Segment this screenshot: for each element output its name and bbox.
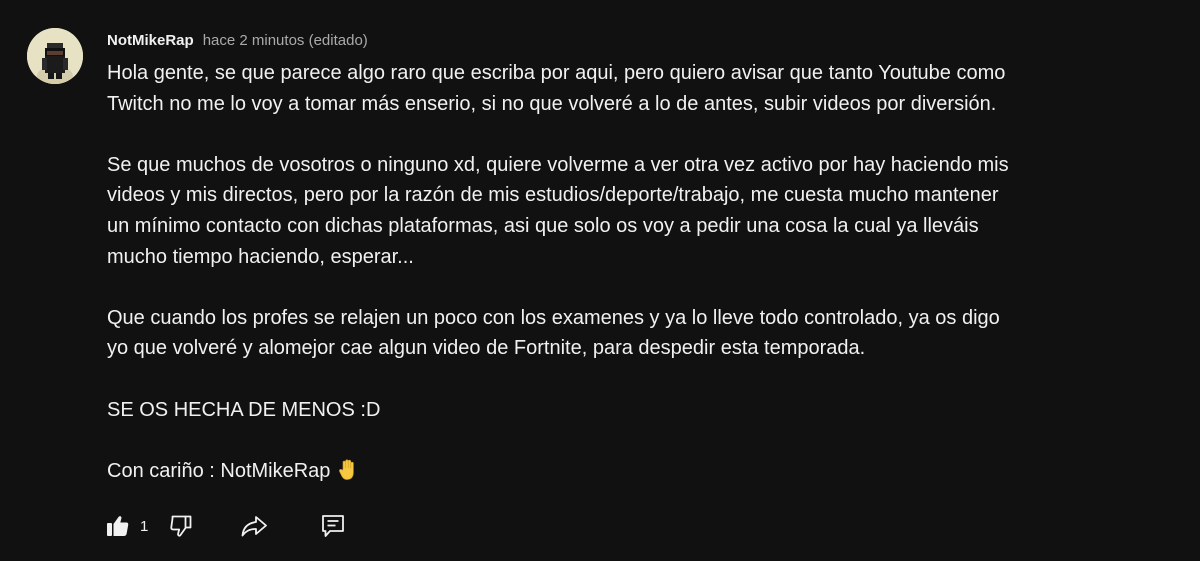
reply-comment-button[interactable] [320,512,346,540]
comment-line: Se que muchos de vosotros o ninguno xd, … [107,153,1009,176]
comment-paragraph-3: Que cuando los profes se relajen un poco… [107,303,1167,364]
comment-paragraph-4: SE OS HECHA DE MENOS :D [107,395,1167,426]
comment-paragraph-1: Hola gente, se que parece algo raro que … [107,58,1167,119]
comment-paragraph-2: Se que muchos de vosotros o ninguno xd, … [107,150,1167,272]
comment-paragraph-5: Con cariño : NotMikeRap [107,456,1167,487]
comment-line: Hola gente, se que parece algo raro que … [107,62,1006,84]
comment-card: NotMikeRap hace 2 minutos (editado) Hola… [0,0,1200,561]
comment-line: Que cuando los profes se relajen un poco… [107,306,1000,329]
comment-line: SE OS HECHA DE MENOS :D [107,398,381,421]
comment-actions: 1 [104,510,346,542]
thumbs-down-icon [170,515,192,537]
comment-line: Twitch no me lo voy a tomar más enserio,… [107,92,997,115]
comment-line: Con cariño : NotMikeRap [107,459,331,482]
like-button[interactable]: 1 [104,512,148,540]
share-button[interactable] [239,512,269,540]
comment-line: un mínimo contacto con dichas plataforma… [107,214,979,237]
comment-timestamp[interactable]: hace 2 minutos (editado) [203,32,368,49]
author-name[interactable]: NotMikeRap [107,32,194,49]
comment-line: videos y mis directos, pero por la razón… [107,184,999,207]
comment-flag-icon [322,515,345,537]
avatar[interactable] [27,28,83,84]
comment-line: yo que volveré y alomejor cae algun vide… [107,337,866,360]
raised-hand-emoji [338,459,358,481]
comment-header: NotMikeRap hace 2 minutos (editado) [107,28,1167,52]
like-count: 1 [140,517,149,535]
share-arrow-icon [241,516,268,537]
dislike-button[interactable] [167,512,195,540]
comment-content: NotMikeRap hace 2 minutos (editado) Hola… [107,28,1167,486]
thumbs-up-icon [107,516,129,536]
avatar-image [27,28,83,84]
comment-line: mucho tiempo haciendo, esperar... [107,245,414,268]
comment-text: Hola gente, se que parece algo raro que … [107,58,1167,486]
